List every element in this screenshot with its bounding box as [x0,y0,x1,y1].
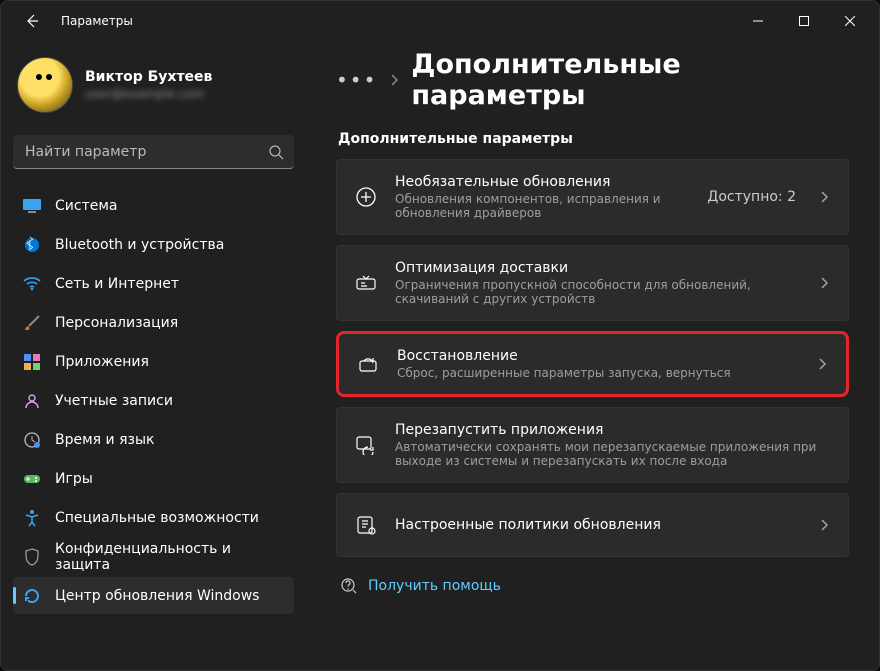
gamepad-icon [23,470,41,488]
card-text: Настроенные политики обновления [395,517,800,533]
chevron-right-icon [816,358,828,370]
window-controls [735,5,873,37]
maximize-button[interactable] [781,5,827,37]
card-title: Настроенные политики обновления [395,517,800,533]
nav: Система Bluetooth и устройства Сеть и Ин… [13,187,294,614]
maximize-icon [799,16,809,26]
sidebar-item-accessibility[interactable]: Специальные возможности [13,499,294,536]
titlebar: Параметры [1,1,879,41]
breadcrumb: ••• Дополнительные параметры [336,49,849,111]
sidebar-item-accounts[interactable]: Учетные записи [13,382,294,419]
avatar [17,57,73,113]
back-arrow-icon [24,13,40,29]
bluetooth-icon [23,236,41,254]
card-optional-updates[interactable]: Необязательные обновления Обновления ком… [336,159,849,235]
sidebar-item-network[interactable]: Сеть и Интернет [13,265,294,302]
minimize-button[interactable] [735,5,781,37]
get-help-link[interactable]: Получить помощь [336,577,849,595]
svg-text:i: i [371,529,372,535]
sidebar-item-bluetooth[interactable]: Bluetooth и устройства [13,226,294,263]
sidebar-item-label: Персонализация [55,315,178,331]
card-text: Восстановление Сброс, расширенные параме… [397,348,798,380]
sidebar-item-label: Время и язык [55,432,154,448]
help-icon [340,577,358,595]
card-update-policies[interactable]: i Настроенные политики обновления [336,493,849,557]
sidebar-item-label: Центр обновления Windows [55,588,259,604]
sidebar-item-label: Система [55,198,117,214]
minimize-icon [753,16,763,26]
profile-email: user@example.com [85,87,212,101]
card-title: Оптимизация доставки [395,260,800,276]
window-title: Параметры [61,14,133,28]
body: Виктор Бухтеев user@example.com Система … [1,41,879,670]
sidebar-item-label: Сеть и Интернет [55,276,179,292]
card-recovery[interactable]: Восстановление Сброс, расширенные параме… [336,331,849,397]
card-text: Оптимизация доставки Ограничения пропуск… [395,260,800,306]
sidebar-item-gaming[interactable]: Игры [13,460,294,497]
accessibility-icon [23,509,41,527]
sidebar-item-apps[interactable]: Приложения [13,343,294,380]
system-icon [23,197,41,215]
card-text: Перезапустить приложения Автоматически с… [395,422,830,468]
profile-text: Виктор Бухтеев user@example.com [85,69,212,101]
wifi-icon [23,275,41,293]
sidebar-item-personalization[interactable]: Персонализация [13,304,294,341]
chevron-right-icon [818,191,830,203]
search-input[interactable] [13,135,294,169]
section-heading: Дополнительные параметры [338,131,849,147]
breadcrumb-overflow[interactable]: ••• [336,68,377,92]
card-restart-apps[interactable]: Перезапустить приложения Автоматически с… [336,407,849,483]
back-button[interactable] [15,4,49,38]
card-title: Перезапустить приложения [395,422,830,438]
settings-window: Параметры Виктор Бухтеев user@example.co… [0,0,880,671]
sidebar-item-label: Учетные записи [55,393,173,409]
sidebar-item-privacy[interactable]: Конфиденциальность и защита [13,538,294,575]
delivery-icon [355,272,377,294]
profile[interactable]: Виктор Бухтеев user@example.com [13,49,294,131]
restart-apps-icon [355,434,377,456]
sidebar-item-time[interactable]: Время и язык [13,421,294,458]
card-delivery-optimization[interactable]: Оптимизация доставки Ограничения пропуск… [336,245,849,321]
card-title: Необязательные обновления [395,174,689,190]
shield-icon [23,548,41,566]
sidebar-item-system[interactable]: Система [13,187,294,224]
policy-icon: i [355,514,377,536]
main-content: ••• Дополнительные параметры Дополнитель… [306,41,879,670]
search-box [13,135,294,169]
sidebar-item-windows-update[interactable]: Центр обновления Windows [13,577,294,614]
sidebar-item-label: Игры [55,471,93,487]
card-title: Восстановление [397,348,798,364]
card-subtitle: Ограничения пропускной способности для о… [395,278,800,306]
sidebar-item-label: Bluetooth и устройства [55,237,224,253]
help-label: Получить помощь [368,578,501,594]
close-icon [845,16,855,26]
plus-circle-icon [355,186,377,208]
accounts-icon [23,392,41,410]
card-subtitle: Обновления компонентов, исправления и об… [395,192,689,220]
update-icon [23,587,41,605]
page-title: Дополнительные параметры [411,49,849,111]
card-trailing-text: Доступно: 2 [707,189,796,205]
profile-name: Виктор Бухтеев [85,69,212,85]
brush-icon [23,314,41,332]
chevron-right-icon [818,277,830,289]
clock-icon [23,431,41,449]
sidebar-item-label: Конфиденциальность и защита [55,541,284,573]
card-subtitle: Сброс, расширенные параметры запуска, ве… [397,366,798,380]
recovery-icon [357,353,379,375]
chevron-right-icon [818,519,830,531]
apps-icon [23,353,41,371]
chevron-right-icon [389,73,399,87]
close-button[interactable] [827,5,873,37]
card-subtitle: Автоматически сохранять мои перезапускае… [395,440,830,468]
sidebar-item-label: Приложения [55,354,149,370]
sidebar: Виктор Бухтеев user@example.com Система … [1,41,306,670]
card-text: Необязательные обновления Обновления ком… [395,174,689,220]
sidebar-item-label: Специальные возможности [55,510,259,526]
search-icon [268,144,284,160]
